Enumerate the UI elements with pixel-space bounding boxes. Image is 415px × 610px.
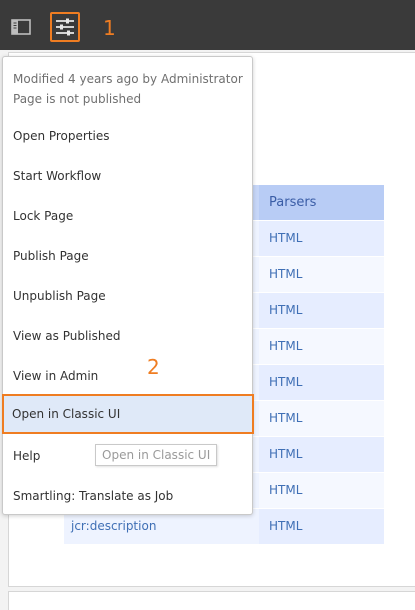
menu-item-lock-page[interactable]: Lock Page <box>3 196 252 236</box>
menu-item-view-in-admin[interactable]: View in Admin <box>3 356 252 396</box>
page-footer-panel <box>8 591 415 610</box>
step-marker-1: 1 <box>103 16 116 40</box>
table-cell: HTML <box>259 509 384 544</box>
table-cell: HTML <box>259 293 384 328</box>
top-toolbar: 1 <box>0 0 415 50</box>
menu-item-open-in-classic-ui[interactable]: Open in Classic UI <box>2 394 254 434</box>
modified-info: Modified 4 years ago by Administrator <box>13 72 243 86</box>
table-cell: HTML <box>259 221 384 256</box>
table-header-parsers: Parsers <box>259 185 384 220</box>
menu-item-view-as-published[interactable]: View as Published <box>3 316 252 356</box>
tooltip-open-in-classic-ui: Open in Classic UI <box>95 444 218 466</box>
page-meta: Modified 4 years ago by Administrator Pa… <box>13 69 243 109</box>
table-cell: HTML <box>259 329 384 364</box>
step-marker-2: 2 <box>147 355 160 379</box>
publish-status: Page is not published <box>13 92 142 106</box>
sliders-settings-icon <box>56 18 74 36</box>
menu-item-smartling-translate[interactable]: Smartling: Translate as Job <box>3 476 252 516</box>
table-cell: HTML <box>259 257 384 292</box>
table-cell: HTML <box>259 365 384 400</box>
menu-item-open-properties[interactable]: Open Properties <box>3 116 252 156</box>
menu-item-start-workflow[interactable]: Start Workflow <box>3 156 252 196</box>
table-cell: HTML <box>259 437 384 472</box>
page-information-button[interactable] <box>50 12 80 42</box>
table-cell: HTML <box>259 401 384 436</box>
sidebar-panel-icon[interactable] <box>9 15 33 39</box>
menu-item-publish-page[interactable]: Publish Page <box>3 236 252 276</box>
table-cell: HTML <box>259 473 384 508</box>
menu-item-unpublish-page[interactable]: Unpublish Page <box>3 276 252 316</box>
